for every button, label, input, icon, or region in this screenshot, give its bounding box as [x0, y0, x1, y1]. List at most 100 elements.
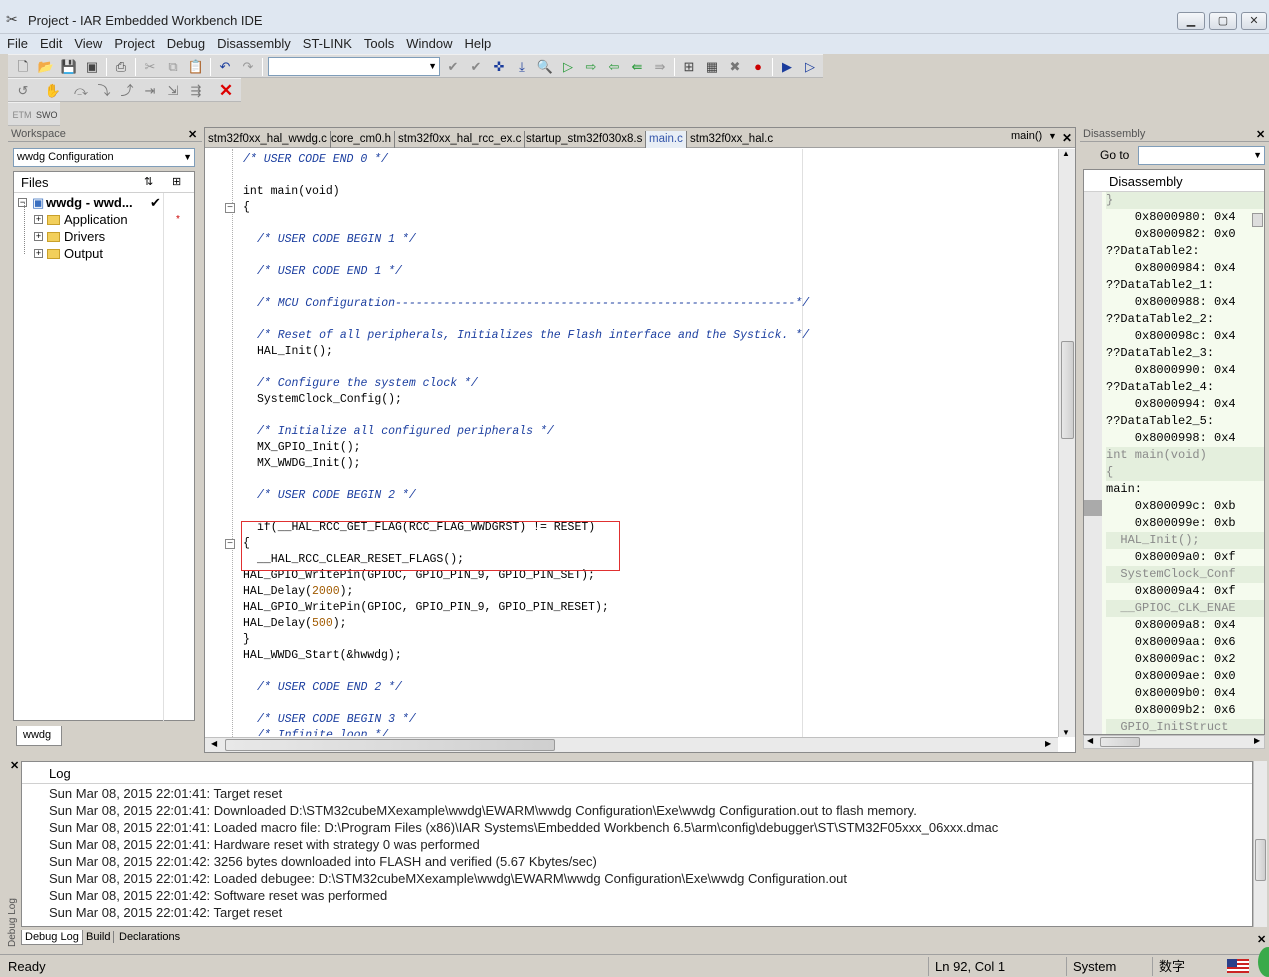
log-view[interactable]: Log Sun Mar 08, 2015 22:01:41: Target re…: [21, 761, 1253, 927]
workspace-tab[interactable]: wwdg: [16, 726, 62, 746]
cut-icon[interactable]: ✂: [141, 58, 159, 76]
scroll-left-icon[interactable]: ◀: [211, 739, 217, 748]
find-combo[interactable]: ▼: [268, 57, 440, 76]
swo-button[interactable]: SWO: [36, 106, 58, 124]
undo-icon[interactable]: ↶: [216, 58, 234, 76]
download-debug-icon[interactable]: ▶: [778, 58, 796, 76]
reset-icon[interactable]: ↺: [14, 82, 32, 100]
step-out-icon[interactable]: ⤴: [118, 82, 136, 100]
menu-project[interactable]: Project: [108, 34, 160, 54]
expand-icon[interactable]: +: [34, 249, 43, 258]
expand-icon[interactable]: +: [34, 215, 43, 224]
toggle-breakpoint-icon[interactable]: ✜: [490, 58, 508, 76]
save-all-icon[interactable]: ▣: [83, 58, 101, 76]
menu-disassembly[interactable]: Disassembly: [211, 34, 297, 54]
scroll-down-icon[interactable]: ▼: [1062, 728, 1070, 737]
break-icon[interactable]: ✋: [44, 82, 62, 100]
find-next-icon[interactable]: ✔: [467, 58, 485, 76]
bookmark-icon[interactable]: ▷: [559, 58, 577, 76]
tab-startup[interactable]: startup_stm32f030x8.s: [523, 131, 647, 148]
print-icon[interactable]: ⎙: [112, 58, 130, 76]
make-icon[interactable]: ▦: [703, 58, 721, 76]
language-flag-icon[interactable]: [1227, 959, 1249, 973]
function-selector[interactable]: main(): [1011, 130, 1042, 142]
fold-toggle-icon[interactable]: −: [225, 539, 235, 549]
scroll-thumb[interactable]: [1061, 341, 1074, 439]
menu-view[interactable]: View: [68, 34, 108, 54]
hscroll-thumb[interactable]: [1100, 737, 1140, 747]
tab-build[interactable]: Build: [83, 931, 115, 943]
next-statement-icon[interactable]: ⇥: [141, 82, 159, 100]
stop-build-icon[interactable]: ✖: [726, 58, 744, 76]
tab-stm32f0xx-hal-rcc-ex[interactable]: stm32f0xx_hal_rcc_ex.c: [395, 131, 526, 148]
scroll-up-icon[interactable]: ▲: [1062, 149, 1070, 158]
scroll-right-icon[interactable]: ▶: [1045, 739, 1051, 748]
tree-item-drivers[interactable]: + Drivers: [16, 228, 196, 245]
tree-item-project[interactable]: − ▣ wwdg - wwd... ✔: [16, 194, 196, 211]
sort-icon[interactable]: ⇅: [144, 175, 153, 188]
new-file-icon[interactable]: 🗋: [14, 58, 32, 76]
tree-item-application[interactable]: + Application *: [16, 211, 196, 228]
close-tab-icon[interactable]: ✕: [1062, 131, 1072, 145]
options-icon[interactable]: ⊞: [172, 175, 181, 188]
menu-edit[interactable]: Edit: [34, 34, 68, 54]
maximize-button[interactable]: ▢: [1209, 12, 1237, 30]
editor-vertical-scrollbar[interactable]: ▲ ▼: [1058, 149, 1075, 737]
go-icon[interactable]: ⇶: [187, 82, 205, 100]
close-icon[interactable]: ✕: [188, 128, 197, 141]
assistant-icon[interactable]: [1258, 947, 1269, 977]
step-into-icon[interactable]: ⤵: [95, 82, 113, 100]
copy-icon[interactable]: ⧉: [164, 58, 182, 76]
close-icon[interactable]: ✕: [10, 759, 19, 772]
step-over-icon[interactable]: ⤼: [72, 82, 90, 100]
open-folder-icon[interactable]: 📂: [37, 58, 55, 76]
log-vertical-scrollbar[interactable]: [1253, 761, 1267, 927]
menu-st-link[interactable]: ST-LINK: [297, 34, 358, 54]
fold-toggle-icon[interactable]: −: [225, 203, 235, 213]
go-to-icon[interactable]: ⤓: [513, 58, 531, 76]
menu-debug[interactable]: Debug: [161, 34, 211, 54]
disassembly-list[interactable]: Disassembly } 0x8000980: 0x4 0x8000982: …: [1083, 169, 1265, 735]
navigate-back-icon[interactable]: ⇚: [628, 58, 646, 76]
tab-stm32f0xx-hal[interactable]: stm32f0xx_hal.c: [687, 131, 776, 148]
menu-window[interactable]: Window: [400, 34, 458, 54]
close-icon[interactable]: ✕: [1257, 933, 1266, 946]
tab-stm32f0xx-hal-wwdg[interactable]: stm32f0xx_hal_wwdg.c: [205, 131, 331, 148]
find-prev-icon[interactable]: ✔: [444, 58, 462, 76]
tab-main-c[interactable]: main.c: [646, 131, 687, 148]
menu-file[interactable]: File: [0, 34, 34, 54]
save-icon[interactable]: 💾: [60, 58, 78, 76]
editor-horizontal-scrollbar[interactable]: ◀ ▶: [205, 737, 1058, 752]
compile-icon[interactable]: ⊞: [680, 58, 698, 76]
navigate-forward-icon[interactable]: ⇛: [651, 58, 669, 76]
hscroll-thumb[interactable]: [225, 739, 555, 751]
tab-declarations[interactable]: Declarations: [116, 931, 183, 943]
minimize-button[interactable]: ▁: [1177, 12, 1205, 30]
configuration-select[interactable]: wwdg Configuration ▼: [13, 148, 195, 167]
scroll-thumb[interactable]: [1255, 839, 1266, 881]
debug-without-download-icon[interactable]: ▷: [801, 58, 819, 76]
close-icon[interactable]: ✕: [1256, 128, 1265, 141]
next-bookmark-icon[interactable]: ⇨: [582, 58, 600, 76]
tree-item-output[interactable]: + Output: [16, 245, 196, 262]
chevron-down-icon[interactable]: ▼: [1048, 131, 1057, 141]
paste-icon[interactable]: 📋: [187, 58, 205, 76]
code-area[interactable]: /* USER CODE END 0 */ int main(void) {/* U…: [243, 152, 1058, 736]
scroll-left-icon[interactable]: ◀: [1087, 736, 1093, 745]
scroll-right-icon[interactable]: ▶: [1254, 736, 1260, 745]
redo-icon[interactable]: ↷: [239, 58, 257, 76]
collapse-icon[interactable]: −: [18, 198, 27, 207]
etm-button[interactable]: ETM: [12, 106, 32, 124]
disassembly-scroll-thumb[interactable]: [1252, 213, 1263, 227]
menu-help[interactable]: Help: [459, 34, 498, 54]
run-to-cursor-icon[interactable]: ⇲: [164, 82, 182, 100]
close-window-button[interactable]: ✕: [1241, 12, 1267, 30]
go-to-input[interactable]: ▼: [1138, 146, 1265, 165]
disassembly-horizontal-scrollbar[interactable]: ◀ ▶: [1083, 735, 1265, 749]
expand-icon[interactable]: +: [34, 232, 43, 241]
menu-tools[interactable]: Tools: [358, 34, 400, 54]
tab-debug-log[interactable]: Debug Log: [21, 930, 83, 945]
prev-bookmark-icon[interactable]: ⇦: [605, 58, 623, 76]
breakpoint-icon[interactable]: ●: [749, 58, 767, 76]
stop-debugging-icon[interactable]: ✕: [217, 82, 235, 100]
